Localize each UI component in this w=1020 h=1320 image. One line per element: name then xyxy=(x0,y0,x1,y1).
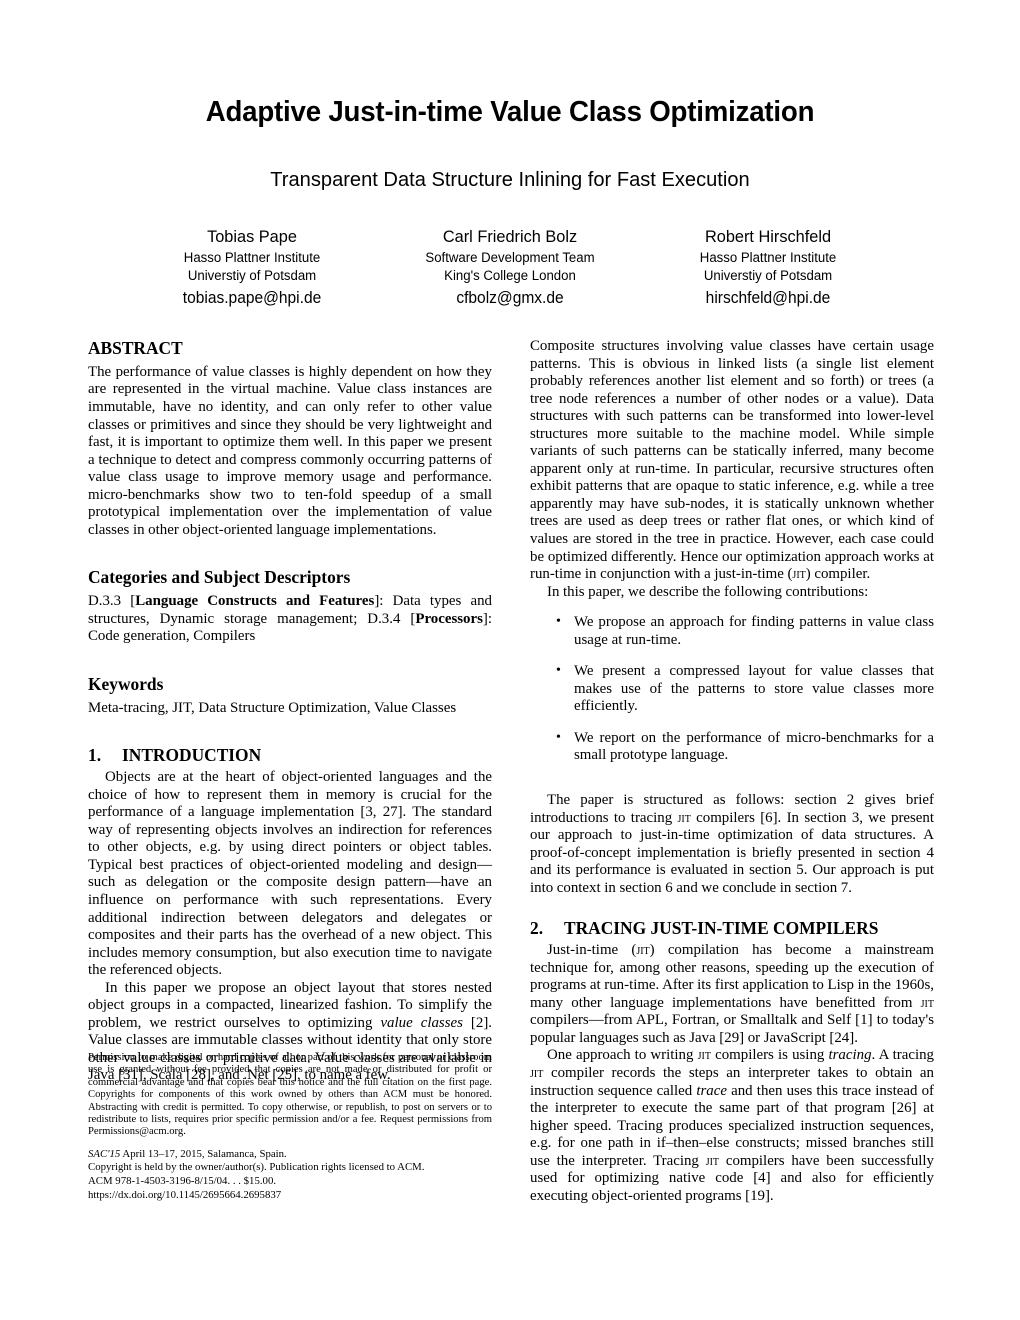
intro-p3-b: ) compiler. xyxy=(805,566,871,583)
author-affiliation-line2: Universtiy of Potsdam xyxy=(703,268,833,285)
introduction-paragraph-1: Objects are at the heart of object-orien… xyxy=(88,769,492,979)
abstract-text: The performance of value classes is high… xyxy=(88,363,492,538)
author-name: Tobias Pape xyxy=(207,227,297,247)
conference-name: SAC'15 xyxy=(88,1147,121,1160)
s2-p2-smallcaps-2: jit xyxy=(530,1066,544,1082)
list-item: We propose an approach for finding patte… xyxy=(556,613,934,649)
author-affiliation-line2: Universtiy of Potsdam xyxy=(187,268,317,285)
right-column: Composite structures involving value cla… xyxy=(530,338,934,1205)
list-item: We report on the performance of micro-be… xyxy=(556,729,934,765)
conference-details: April 13–17, 2015, Salamanca, Spain. xyxy=(120,1147,287,1160)
paper-structure-paragraph: The paper is structured as follows: sect… xyxy=(530,792,934,897)
s2-p1-c: compilers—from APL, Fortran, or Smalltal… xyxy=(530,1012,934,1046)
author-block: Carl Friedrich Bolz Software Development… xyxy=(381,226,639,309)
s2-p1-smallcaps-2: jit xyxy=(920,995,934,1011)
page-title: Adaptive Just-in-time Value Class Optimi… xyxy=(205,96,815,128)
s2-p2-italic-1: tracing xyxy=(828,1047,872,1064)
introduction-number: 1. xyxy=(88,745,102,766)
page-subtitle: Transparent Data Structure Inlining for … xyxy=(270,167,750,191)
copyright-block: Permission to make digital or hard copie… xyxy=(88,1052,492,1202)
intro-p3-smallcaps: jit xyxy=(792,567,806,583)
author-affiliation-line1: Hasso Plattner Institute xyxy=(183,249,321,266)
author-block: Tobias Pape Hasso Plattner Institute Uni… xyxy=(123,226,381,309)
author-affiliation-line1: Hasso Plattner Institute xyxy=(699,249,837,266)
keywords-heading: Keywords xyxy=(88,673,164,694)
s2-p2-italic-2: trace xyxy=(696,1082,727,1099)
author-affiliation-line1: Software Development Team xyxy=(425,249,595,266)
author-email: cfbolz@gmx.de xyxy=(456,289,564,308)
section2-paragraph-1: Just-in-time (jit) compilation has becom… xyxy=(530,942,934,1047)
author-email: hirschfeld@hpi.de xyxy=(705,289,831,308)
list-item: We present a compressed layout for value… xyxy=(556,662,934,716)
paper-page: Adaptive Just-in-time Value Class Optimi… xyxy=(0,0,1020,1320)
contributions-list: We propose an approach for finding patte… xyxy=(530,613,934,765)
conference-line: SAC'15 April 13–17, 2015, Salamanca, Spa… xyxy=(88,1148,492,1162)
introduction-title: INTRODUCTION xyxy=(122,745,262,766)
s2-p1-smallcaps-1: jit xyxy=(636,943,650,959)
author-name: Robert Hirschfeld xyxy=(704,227,832,247)
introduction-heading: 1. INTRODUCTION xyxy=(88,745,492,766)
author-affiliation-line2: King's College London xyxy=(444,268,576,285)
abstract-heading: ABSTRACT xyxy=(88,338,183,358)
intro-p3-a: Composite structures involving value cla… xyxy=(530,338,934,583)
categories-heading: Categories and Subject Descriptors xyxy=(88,567,351,588)
categories-bold1: Language Constructs and Features xyxy=(135,593,375,610)
s2-p2-c: . A tracing xyxy=(871,1047,935,1064)
permission-text: Permission to make digital or hard copie… xyxy=(88,1052,492,1138)
s2-p2-a: One approach to writing xyxy=(547,1047,698,1064)
author-email: tobias.pape@hpi.de xyxy=(182,289,322,308)
section2-paragraph-2: One approach to writing jit compilers is… xyxy=(530,1047,934,1205)
isbn-line: ACM 978-1-4503-3196-8/15/04. . . $15.00. xyxy=(88,1175,277,1188)
s2-p1-a: Just-in-time ( xyxy=(547,942,637,959)
s2-p2-smallcaps-1: jit xyxy=(697,1048,711,1064)
introduction-paragraph-2-cont: Composite structures involving value cla… xyxy=(530,338,934,584)
section2-title: TRACING JUST-IN-TIME COMPILERS xyxy=(564,918,879,939)
categories-text: D.3.3 [Language Constructs and Features]… xyxy=(88,593,492,646)
author-name: Carl Friedrich Bolz xyxy=(442,227,578,247)
structure-smallcaps: jit xyxy=(677,810,691,826)
license-line: Copyright is held by the owner/author(s)… xyxy=(88,1161,425,1174)
s2-p2-b: compilers is using xyxy=(710,1047,829,1064)
section2-number: 2. xyxy=(530,918,544,939)
introduction-contributions-lead: In this paper, we describe the following… xyxy=(547,583,869,600)
author-block: Robert Hirschfeld Hasso Plattner Institu… xyxy=(639,226,897,309)
categories-code1: D.3.3 [ xyxy=(88,593,136,610)
section2-heading: 2. TRACING JUST-IN-TIME COMPILERS xyxy=(530,918,934,939)
categories-bold2: Processors xyxy=(415,610,483,627)
conference-info: SAC'15 April 13–17, 2015, Salamanca, Spa… xyxy=(88,1148,492,1202)
author-list: Tobias Pape Hasso Plattner Institute Uni… xyxy=(88,192,932,309)
s2-p2-smallcaps-3: jit xyxy=(705,1153,720,1169)
doi-line: https://dx.doi.org/10.1145/2695664.26958… xyxy=(88,1188,282,1201)
title-block: Adaptive Just-in-time Value Class Optimi… xyxy=(88,0,932,192)
keywords-text: Meta-tracing, JIT, Data Structure Optimi… xyxy=(88,699,457,716)
intro-p2-italic: value classes xyxy=(380,1014,463,1031)
